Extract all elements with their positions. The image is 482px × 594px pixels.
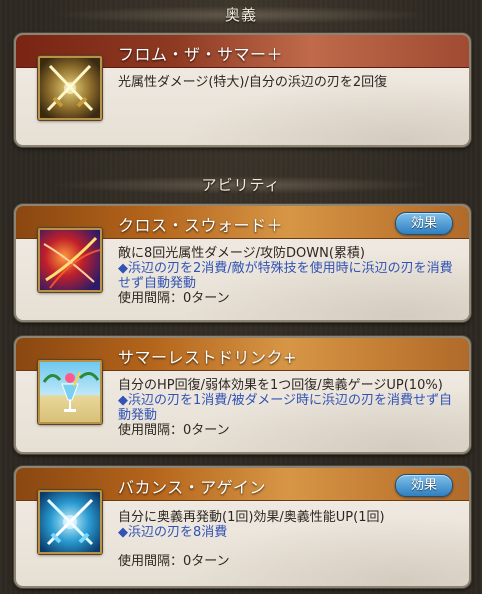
crossed-swords-icon [38, 56, 102, 120]
ability-cooldown: 使用間隔：0ターン [118, 554, 230, 569]
ability-card-vacance-again[interactable]: バカンス・アゲイン 効果 自分に奥義再発動(1回)効果/奥義性能UP(1回) ◆… [14, 466, 471, 588]
ability-card-cross-sword[interactable]: クロス・スウォード＋ 効果 敵に8回光属性ダメージ/攻防DOWN(累積) ◆浜辺… [14, 204, 471, 322]
ability-description: 自分に奥義再発動(1回)効果/奥義性能UP(1回) ◆浜辺の刃を8消費 使用間隔… [118, 510, 455, 569]
ability-note-text: ◆浜辺の刃を2消費/敵が特殊技を使用時に浜辺の刃を消費せず自動発動 [118, 261, 453, 291]
ability-note-text: ◆浜辺の刃を8消費 [118, 525, 228, 540]
ability-note-text: ◆浜辺の刃を1消費/被ダメージ時に浜辺の刃を消費せず自動発動 [118, 393, 452, 423]
ability-description: 自分のHP回復/弱体効果を1つ回復/奥義ゲージUP(10%) ◆浜辺の刃を1消費… [118, 378, 455, 438]
ability-name: クロス・スウォード＋ [118, 216, 284, 235]
ability-name: サマーレストドリンク+ [118, 348, 297, 367]
section-header-ougi: 奥義 [0, 0, 482, 28]
ougi-description: 光属性ダメージ(特大)/自分の浜辺の刃を2回復 [118, 75, 388, 90]
section-title-ability: アビリティ [201, 175, 281, 194]
ougi-card[interactable]: フロム・ザ・サマー＋ 光属性ダメージ(特大)/自分の浜辺の刃を2回復 [14, 33, 471, 147]
cross-slash-icon [38, 228, 102, 292]
ougi-name: フロム・ザ・サマー＋ [118, 45, 284, 64]
ability-effect-text: 自分に奥義再発動(1回)効果/奥義性能UP(1回) [118, 510, 385, 525]
glowing-swords-icon [38, 490, 102, 554]
ability-description: 敵に8回光属性ダメージ/攻防DOWN(累積) ◆浜辺の刃を2消費/敵が特殊技を使… [118, 246, 455, 306]
ability-name: バカンス・アゲイン [118, 478, 266, 497]
ability-cooldown: 使用間隔：0ターン [118, 423, 230, 438]
section-title-ougi: 奥義 [224, 5, 257, 24]
ability-card-summer-rest-drink[interactable]: サマーレストドリンク+ 自分のHP回復/弱体効果を1つ回復/奥義ゲージUP(10… [14, 336, 471, 454]
section-header-ability: アビリティ [0, 170, 482, 198]
effect-button[interactable]: 効果 [395, 474, 453, 497]
ability-effect-text: 自分のHP回復/弱体効果を1つ回復/奥義ゲージUP(10%) [118, 378, 443, 393]
effect-button[interactable]: 効果 [395, 212, 453, 235]
ability-effect-text: 敵に8回光属性ダメージ/攻防DOWN(累積) [118, 246, 365, 261]
tropical-drink-icon [38, 360, 102, 424]
ability-cooldown: 使用間隔：0ターン [118, 291, 230, 306]
